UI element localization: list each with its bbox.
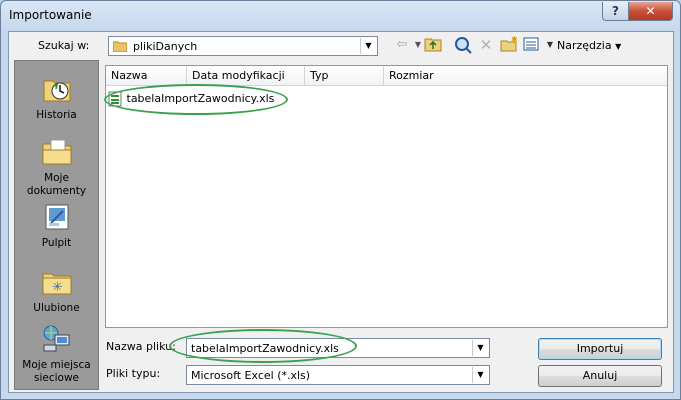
chevron-down-icon[interactable]: ▼	[360, 38, 376, 54]
place-label: Ulubione	[33, 302, 80, 314]
help-button[interactable]: ?	[602, 2, 629, 21]
filetype-label: Pliki typu:	[106, 367, 161, 380]
annotation-ellipse-filename	[169, 329, 357, 363]
place-favorites[interactable]: ✳ Ulubione	[15, 266, 98, 315]
place-label: Moje miejsca sieciowe	[22, 359, 91, 384]
file-list[interactable]: Nazwa Data modyfikacji Typ Rozmiar tabel…	[104, 65, 668, 328]
history-icon	[41, 73, 73, 105]
documents-folder-icon	[41, 136, 73, 168]
place-label: Historia	[36, 109, 77, 121]
tools-chevron-icon: ▼	[615, 42, 622, 51]
svg-text:✱: ✱	[511, 36, 518, 44]
close-button[interactable]: ✕	[628, 2, 673, 21]
import-button[interactable]: Importuj	[538, 338, 662, 360]
column-type[interactable]: Typ	[305, 66, 384, 86]
import-dialog: Importowanie ? ✕ Szukaj w: plikiDanych ▼…	[0, 0, 681, 400]
place-my-documents[interactable]: Moje dokumenty	[15, 136, 98, 198]
tools-menu[interactable]: Narzędzia ▼	[557, 39, 621, 52]
look-in-combo[interactable]: plikiDanych ▼	[108, 36, 378, 56]
column-size[interactable]: Rozmiar	[384, 66, 667, 86]
column-name[interactable]: Nazwa	[106, 66, 187, 86]
place-label: Pulpit	[41, 237, 72, 249]
look-in-value: plikiDanych	[133, 40, 198, 53]
place-history[interactable]: Historia	[15, 73, 98, 122]
window-title: Importowanie	[9, 8, 92, 22]
filename-label: Nazwa pliku:	[106, 340, 176, 353]
filetype-combo[interactable]: Microsoft Excel (*.xls) ▼	[186, 365, 490, 385]
column-date-modified[interactable]: Data modyfikacji	[187, 66, 305, 86]
chevron-down-icon[interactable]: ▼	[472, 340, 488, 356]
svg-text:✳: ✳	[52, 280, 63, 295]
favorites-folder-icon: ✳	[41, 266, 73, 298]
new-folder-icon[interactable]: ✱	[500, 35, 518, 54]
chevron-down-icon[interactable]: ▼	[472, 367, 488, 383]
delete-icon[interactable]: ✕	[477, 36, 495, 54]
annotation-ellipse-file	[104, 84, 288, 115]
title-bar[interactable]: Importowanie ? ✕	[1, 1, 680, 31]
desktop-icon	[41, 201, 73, 233]
views-icon[interactable]	[523, 36, 541, 54]
place-desktop[interactable]: Pulpit	[15, 201, 98, 250]
place-label: Moje dokumenty	[26, 172, 87, 197]
network-places-icon	[41, 323, 73, 355]
look-in-label: Szukaj w:	[38, 39, 90, 52]
filetype-value: Microsoft Excel (*.xls)	[191, 369, 311, 382]
tools-menu-label: Narzędzia	[557, 39, 612, 52]
place-network[interactable]: Moje miejsca sieciowe	[15, 323, 98, 385]
search-web-icon[interactable]	[454, 36, 472, 54]
up-folder-icon[interactable]	[424, 36, 442, 54]
dialog-body: Szukaj w: plikiDanych ▼ ⇦ ▼ ✕ ✱ ▼ Narzęd…	[8, 31, 674, 393]
places-bar: Historia Moje dokumenty Pulpit ✳ Ulubion…	[14, 60, 99, 390]
cancel-button[interactable]: Anuluj	[538, 365, 662, 387]
folder-icon	[112, 40, 128, 53]
